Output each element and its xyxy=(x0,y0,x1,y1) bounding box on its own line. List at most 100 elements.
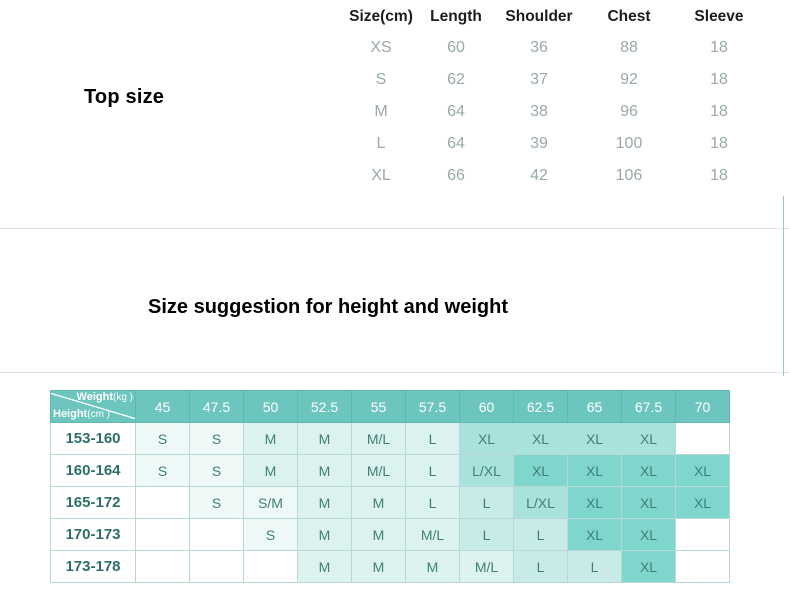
size-cell: M xyxy=(297,518,352,551)
weight-header-cell: 67.5 xyxy=(621,390,676,423)
height-axis-text: Height xyxy=(53,408,88,420)
size-cell: L xyxy=(405,486,460,519)
size-cell: XL xyxy=(567,422,622,455)
size-cell xyxy=(135,486,190,519)
top-size-cell: 92 xyxy=(620,71,638,88)
size-cell: L xyxy=(405,422,460,455)
top-size-table: Size(cm) Length Shoulder Chest Sleeve XS… xyxy=(345,6,763,192)
weight-header-cell: 45 xyxy=(135,390,190,423)
table-row: XS 60 36 88 18 xyxy=(345,32,763,64)
top-size-cell: L xyxy=(376,135,386,152)
size-cell: XL xyxy=(675,486,730,519)
weight-axis-text: Weight xyxy=(76,391,113,404)
size-grid-body: 153-160 S S M M M/L L XL XL XL XL 160-164 S S M M M/L L L/… xyxy=(50,422,730,583)
top-size-cell: 42 xyxy=(530,167,548,184)
top-size-header-shoulder: Shoulder xyxy=(505,8,573,25)
size-cell: L/XL xyxy=(513,486,568,519)
size-cell: M xyxy=(297,550,352,583)
size-cell: XL xyxy=(621,550,676,583)
top-size-header-chest: Chest xyxy=(607,8,651,25)
size-suggestion-heading: Size suggestion for height and weight xyxy=(148,296,509,318)
top-size-header-length: Length xyxy=(430,8,482,25)
height-axis-label: Height(cm ) xyxy=(53,408,110,421)
size-cell xyxy=(675,422,730,455)
table-row: 165-172 S S/M M M L L L/XL XL XL XL xyxy=(50,486,730,519)
top-size-cell: XS xyxy=(370,39,392,56)
weight-header-cell: 55 xyxy=(351,390,406,423)
size-cell: S/M xyxy=(243,486,298,519)
weight-header-cell: 47.5 xyxy=(189,390,244,423)
top-size-cell: 36 xyxy=(530,39,548,56)
top-size-cell: 39 xyxy=(530,135,548,152)
size-cell: L xyxy=(513,550,568,583)
size-cell xyxy=(189,518,244,551)
size-cell: XL xyxy=(621,454,676,487)
size-cell: M xyxy=(297,422,352,455)
size-cell: XL xyxy=(567,518,622,551)
size-cell: M xyxy=(297,486,352,519)
right-edge-rule xyxy=(783,196,784,376)
size-cell: S xyxy=(189,454,244,487)
table-row: 153-160 S S M M M/L L XL XL XL XL xyxy=(50,422,730,455)
size-cell: L xyxy=(513,518,568,551)
size-cell: M xyxy=(351,518,406,551)
table-row: 170-173 S M M M/L L L XL XL xyxy=(50,518,730,551)
top-size-cell: 37 xyxy=(530,71,548,88)
size-cell: M/L xyxy=(459,550,514,583)
size-cell: S xyxy=(135,454,190,487)
top-size-cell: 18 xyxy=(710,167,728,184)
height-axis-unit: (cm ) xyxy=(87,409,111,420)
top-size-label: Top size xyxy=(84,86,165,108)
weight-axis-unit: (kg ) xyxy=(113,392,133,403)
size-cell xyxy=(135,550,190,583)
top-size-cell: 96 xyxy=(620,103,638,120)
top-size-cell: 60 xyxy=(447,39,465,56)
size-cell: L xyxy=(567,550,622,583)
axis-corner-cell: Weight(kg ) Height(cm ) xyxy=(50,390,136,423)
size-cell: S xyxy=(189,486,244,519)
size-cell: M xyxy=(243,454,298,487)
top-size-header-row: Size(cm) Length Shoulder Chest Sleeve xyxy=(345,6,763,32)
size-suggestion-table: Weight(kg ) Height(cm ) 45 47.5 50 52.5 … xyxy=(50,390,730,583)
size-cell: XL xyxy=(621,518,676,551)
top-size-cell: 64 xyxy=(447,103,465,120)
height-row-header: 160-164 xyxy=(50,454,136,487)
height-row-header: 153-160 xyxy=(50,422,136,455)
size-cell: L xyxy=(459,486,514,519)
top-size-cell: 18 xyxy=(710,39,728,56)
size-cell: M xyxy=(351,550,406,583)
height-row-header: 170-173 xyxy=(50,518,136,551)
top-size-cell: 62 xyxy=(447,71,465,88)
top-size-cell: M xyxy=(374,103,388,120)
top-size-cell: 106 xyxy=(615,167,643,184)
weight-header-cell: 50 xyxy=(243,390,298,423)
weight-header-cell: 65 xyxy=(567,390,622,423)
top-size-cell: 100 xyxy=(615,135,643,152)
top-size-cell: S xyxy=(375,71,387,88)
top-size-header-size: Size(cm) xyxy=(349,8,413,25)
size-cell: M/L xyxy=(405,518,460,551)
weight-header-cell: 52.5 xyxy=(297,390,352,423)
size-cell: XL xyxy=(567,486,622,519)
table-row: L 64 39 100 18 xyxy=(345,128,763,160)
size-cell xyxy=(675,550,730,583)
size-cell: M/L xyxy=(351,454,406,487)
section-divider-top xyxy=(0,228,789,229)
height-row-header: 173-178 xyxy=(50,550,136,583)
size-cell: L xyxy=(405,454,460,487)
size-cell: L xyxy=(459,518,514,551)
top-size-cell: XL xyxy=(371,167,391,184)
top-size-header-sleeve: Sleeve xyxy=(694,8,744,25)
weight-header-cell: 70 xyxy=(675,390,730,423)
height-row-header: 165-172 xyxy=(50,486,136,519)
size-cell: XL xyxy=(513,454,568,487)
size-cell: XL xyxy=(675,454,730,487)
size-cell: XL xyxy=(459,422,514,455)
weight-header-cell: 57.5 xyxy=(405,390,460,423)
size-cell: M xyxy=(297,454,352,487)
table-row: XL 66 42 106 18 xyxy=(345,160,763,192)
top-size-cell: 38 xyxy=(530,103,548,120)
table-row: 160-164 S S M M M/L L L/XL XL XL XL XL xyxy=(50,454,730,487)
size-cell: S xyxy=(135,422,190,455)
table-row: 173-178 M M M M/L L L XL xyxy=(50,550,730,583)
